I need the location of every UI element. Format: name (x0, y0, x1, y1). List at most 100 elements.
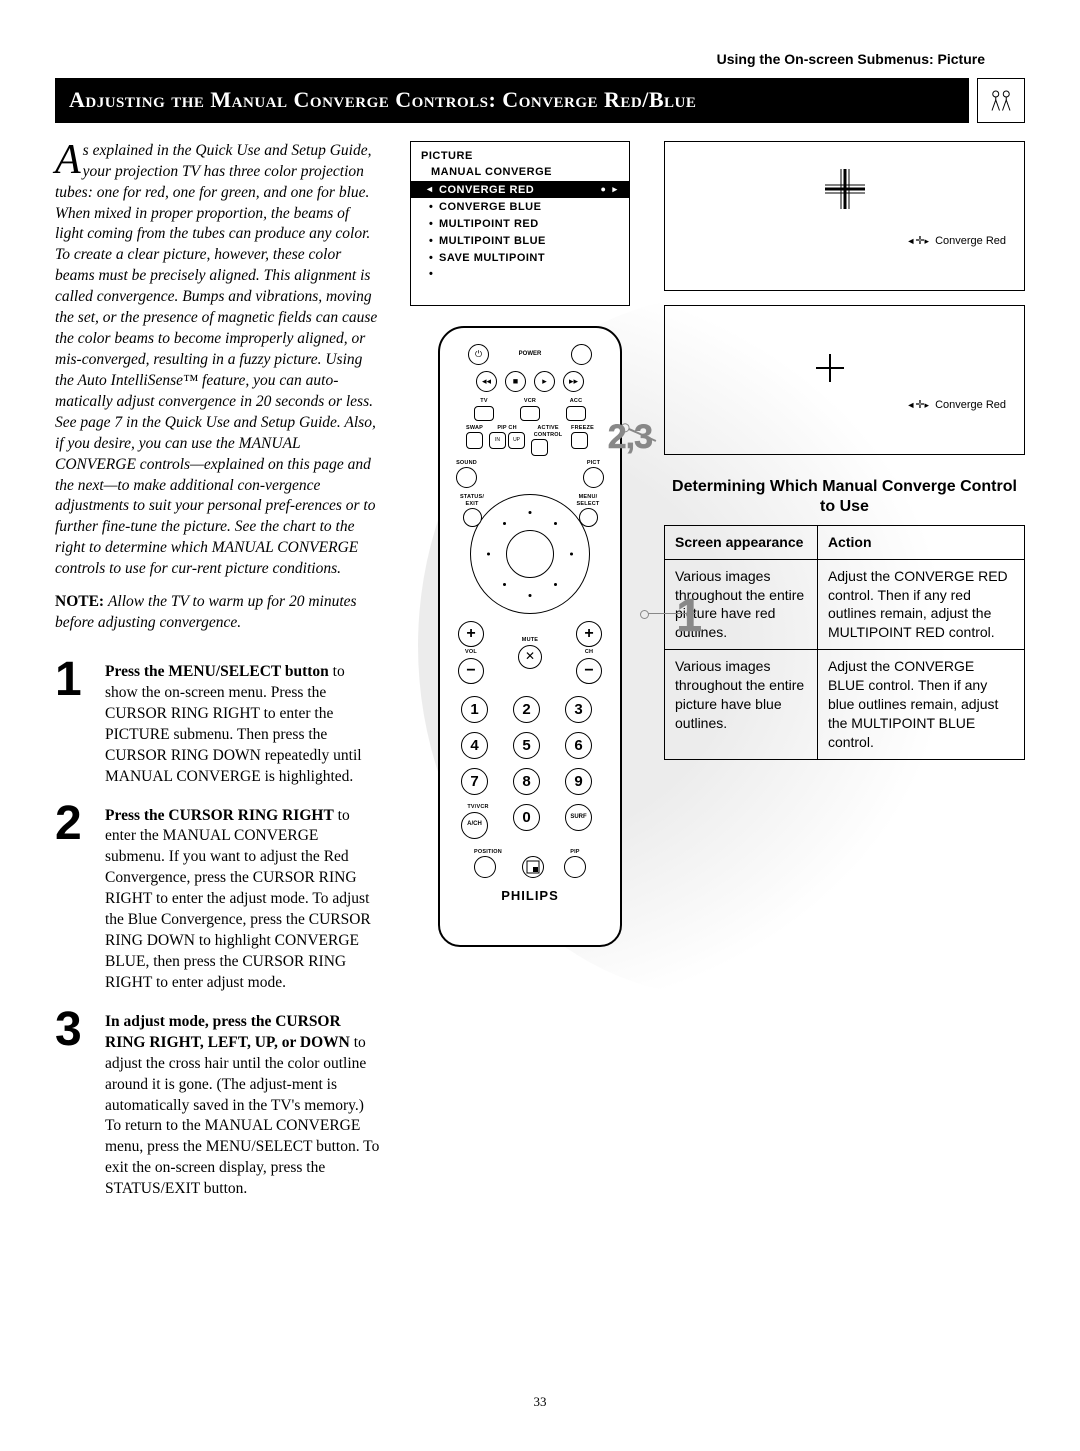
acc-button[interactable] (566, 406, 586, 421)
num-3-button[interactable]: 3 (565, 696, 592, 723)
osd-item-label: CONVERGE BLUE (439, 200, 541, 214)
active-button[interactable] (531, 439, 548, 456)
tv-label: TV (474, 398, 494, 405)
status-exit-button[interactable] (463, 508, 482, 527)
osd-item-converge-blue: CONVERGE BLUE (411, 198, 629, 215)
num-6-button[interactable]: 6 (565, 732, 592, 759)
tv-button[interactable] (474, 406, 494, 421)
osd-item-empty (411, 266, 629, 281)
step-number: 3 (55, 1008, 95, 1200)
sound-label: SOUND (456, 460, 477, 467)
acc-label: ACC (566, 398, 586, 405)
intro-paragraph: As explained in the Quick Use and Setup … (55, 141, 380, 580)
ffwd-button[interactable]: ▸▸ (563, 371, 584, 392)
ach-button[interactable]: A/CH (461, 812, 488, 839)
converge-label: ✛ Converge Red (906, 398, 1006, 412)
stop-button[interactable]: ■ (505, 371, 526, 392)
converge-text: Converge Red (935, 398, 1006, 412)
mute-label: MUTE (522, 637, 538, 644)
num-2-button[interactable]: 2 (513, 696, 540, 723)
step-rest: to enter the MANUAL CONVERGE submenu. If… (105, 807, 371, 991)
pip-button[interactable] (564, 856, 586, 878)
step-rest: to show the on-screen menu. Press the CU… (105, 663, 362, 785)
step-3: 3 In adjust mode, press the CURSOR RING … (55, 1008, 380, 1200)
menu-label: MENU/ SELECT (568, 494, 608, 508)
mute-button[interactable]: ✕ (518, 645, 542, 669)
center-column: PICTURE MANUAL CONVERGE CONVERGE RED CON… (410, 141, 650, 947)
osd-item-save-multipoint: SAVE MULTIPOINT (411, 249, 629, 266)
left-column: As explained in the Quick Use and Setup … (55, 141, 380, 1214)
position-label: POSITION (474, 849, 502, 856)
converge-diagram-aligned: ✛ Converge Red (664, 305, 1025, 455)
pipch-up-button[interactable]: UP (508, 432, 525, 449)
brand-label: PHILIPS (450, 888, 610, 905)
table-head-screen: Screen appearance (665, 525, 818, 559)
pip-toggle-button[interactable] (522, 856, 544, 878)
converge-label: ✛ Converge Red (906, 234, 1006, 248)
pip-icon (526, 860, 540, 874)
table-row: Various images throughout the entire pic… (665, 650, 1025, 759)
menu-select-button[interactable] (579, 508, 598, 527)
osd-item-converge-red: CONVERGE RED (411, 181, 629, 198)
cross-icon (813, 351, 847, 385)
num-1-button[interactable]: 1 (461, 696, 488, 723)
active-label: ACTIVE CONTROL (531, 425, 565, 439)
vol-up-button[interactable]: + (458, 621, 484, 647)
step-number: 2 (55, 802, 95, 994)
osd-title: PICTURE (411, 149, 629, 165)
osd-item-label: CONVERGE RED (439, 183, 534, 197)
step-body: In adjust mode, press the CURSOR RING RI… (105, 1008, 380, 1200)
osd-item-multipoint-blue: MULTIPOINT BLUE (411, 232, 629, 249)
num-8-button[interactable]: 8 (513, 768, 540, 795)
sound-button[interactable] (456, 467, 477, 488)
section-header: Using the On-screen Submenus: Picture (55, 50, 1025, 68)
ch-down-button[interactable]: − (576, 658, 602, 684)
ch-up-button[interactable]: + (576, 621, 602, 647)
tvvcr-label: TV/VCR (461, 804, 495, 811)
pipch-in-button[interactable]: IN (489, 432, 506, 449)
swap-button[interactable] (466, 432, 483, 449)
note-paragraph: NOTE: Allow the TV to warm up for 20 min… (55, 592, 380, 634)
step-lead: In adjust mode, press the CURSOR RING RI… (105, 1013, 350, 1051)
position-button[interactable] (474, 856, 496, 878)
play-button[interactable]: ▸ (534, 371, 555, 392)
step-body: Press the MENU/SELECT button to show the… (105, 658, 380, 788)
num-7-button[interactable]: 7 (461, 768, 488, 795)
num-0-button[interactable]: 0 (513, 804, 540, 831)
vol-label: VOL (465, 649, 477, 656)
status-label: STATUS/ EXIT (452, 494, 492, 508)
swap-label: SWAP (466, 425, 483, 432)
title-row: Adjusting the Manual Converge Controls: … (55, 78, 1025, 123)
steps-list: 1 Press the MENU/SELECT button to show t… (55, 658, 380, 1200)
rewind-button[interactable]: ◂◂ (476, 371, 497, 392)
surf-button[interactable]: SURF (565, 804, 592, 831)
osd-menu: PICTURE MANUAL CONVERGE CONVERGE RED CON… (410, 141, 630, 307)
far-right-column: ✛ Converge Red ✛ Converge Red (664, 141, 1025, 760)
osd-item-multipoint-red: MULTIPOINT RED (411, 215, 629, 232)
num-9-button[interactable]: 9 (565, 768, 592, 795)
step-lead: Press the CURSOR RING RIGHT (105, 807, 334, 824)
table-title: Determining Which Manual Converge Contro… (664, 477, 1025, 517)
cross-icon (823, 167, 867, 211)
pict-button[interactable] (583, 467, 604, 488)
intro-text: s explained in the Quick Use and Setup G… (55, 142, 377, 577)
num-5-button[interactable]: 5 (513, 732, 540, 759)
standby-button[interactable]: ⏻ (468, 344, 489, 365)
converge-text: Converge Red (935, 234, 1006, 248)
num-4-button[interactable]: 4 (461, 732, 488, 759)
ok-button[interactable] (506, 530, 554, 578)
remote-control: ⏻ POWER ◂◂ ■ ▸ ▸▸ TV VCR ACC SWAP P (438, 326, 622, 946)
freeze-button[interactable] (571, 432, 588, 449)
callout-line-1 (648, 613, 696, 615)
power-label: POWER (519, 351, 542, 359)
step-2: 2 Press the CURSOR RING RIGHT to enter t… (55, 802, 380, 994)
pict-label: PICT (583, 460, 604, 467)
pip-label: PIP (564, 849, 586, 856)
ch-label: CH (585, 649, 593, 656)
dropcap: A (55, 141, 83, 179)
vcr-button[interactable] (520, 406, 540, 421)
power-button[interactable] (571, 344, 592, 365)
vol-down-button[interactable]: − (458, 658, 484, 684)
step-rest: to adjust the cross hair until the color… (105, 1034, 379, 1197)
freeze-label: FREEZE (571, 425, 594, 432)
